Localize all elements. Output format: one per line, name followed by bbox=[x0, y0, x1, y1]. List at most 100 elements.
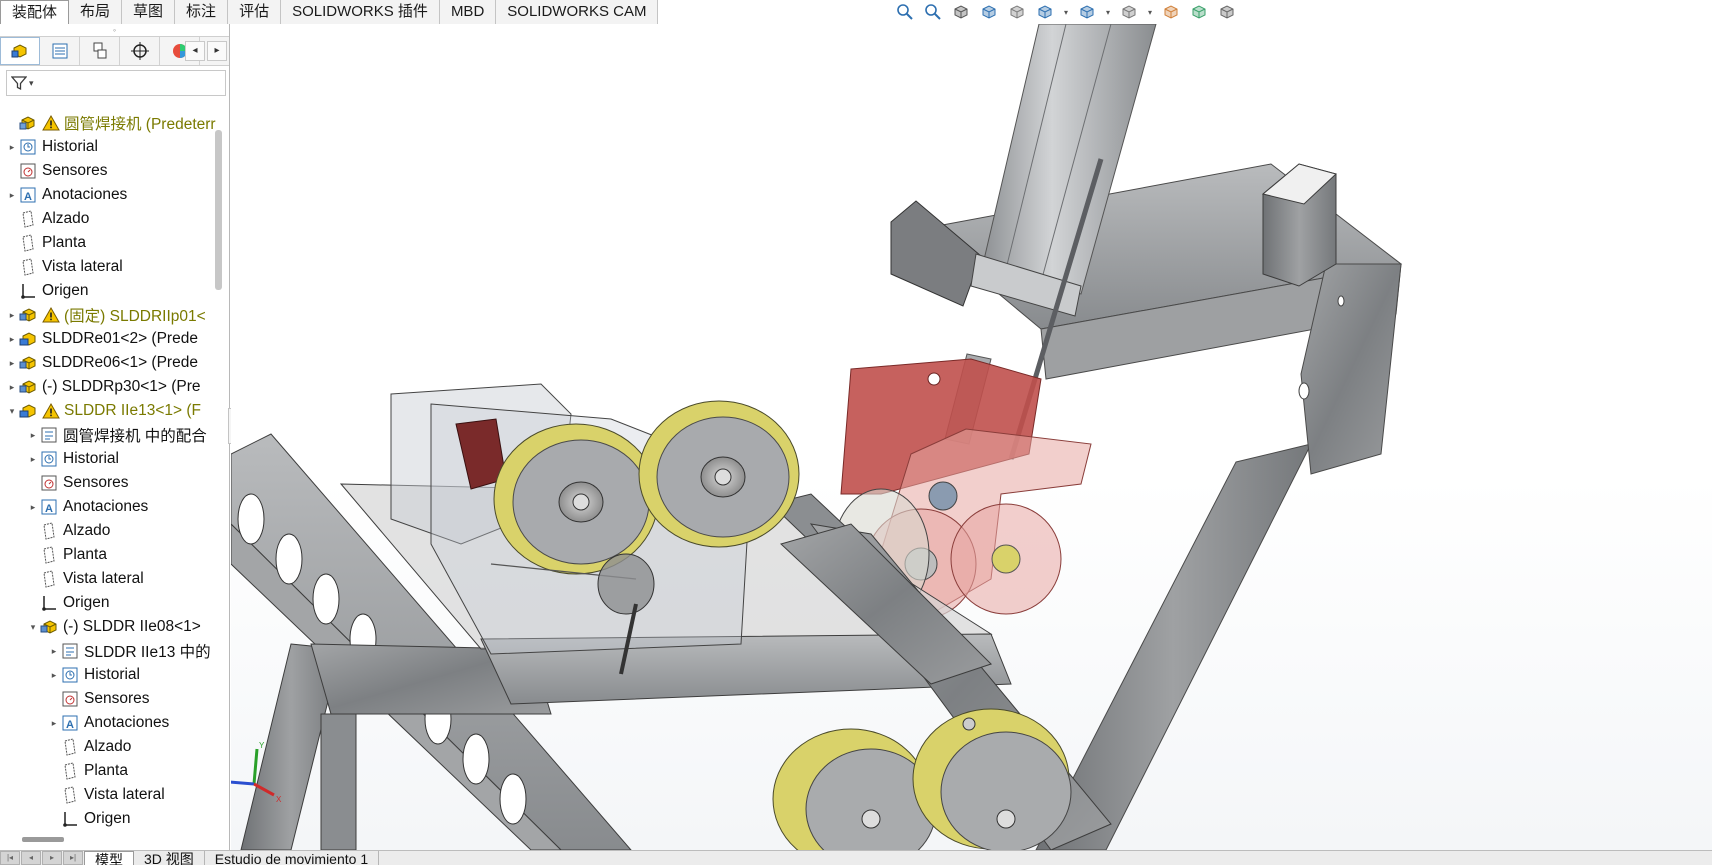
display-style-icon[interactable] bbox=[1076, 1, 1098, 23]
expand-arrow-icon[interactable]: ▸ bbox=[48, 718, 60, 729]
tree-filter[interactable]: ▾ bbox=[6, 70, 226, 96]
tree-item[interactable]: Alzado bbox=[0, 519, 218, 543]
dimxpertmanager-icon[interactable] bbox=[120, 37, 160, 65]
pulley[interactable] bbox=[597, 553, 655, 615]
command-tab[interactable]: 装配体 bbox=[0, 0, 70, 25]
assembly-model[interactable] bbox=[231, 24, 1712, 850]
tree-horizontal-scrollbar[interactable] bbox=[22, 837, 64, 842]
tree-item[interactable]: Origen bbox=[0, 591, 218, 615]
view-orientation-icon[interactable] bbox=[1034, 1, 1056, 23]
command-tab[interactable]: 评估 bbox=[228, 0, 282, 24]
tree-item[interactable]: ▸ A Anotaciones bbox=[0, 711, 218, 735]
propertymanager-icon[interactable] bbox=[40, 37, 80, 65]
section-view-icon[interactable] bbox=[978, 1, 1000, 23]
tree-item[interactable]: ▸ SLDDR IIe13 中的 bbox=[0, 639, 218, 663]
tab-nav-arrow[interactable]: ▸ bbox=[42, 851, 62, 865]
bottom-wheel-left[interactable] bbox=[772, 728, 937, 850]
expand-arrow-icon[interactable]: ▸ bbox=[6, 190, 18, 201]
expand-arrow-icon[interactable]: ▸ bbox=[6, 142, 18, 153]
command-tab[interactable]: 标注 bbox=[175, 0, 229, 24]
previous-view-icon[interactable] bbox=[950, 1, 972, 23]
tree-item[interactable]: ▸ Historial bbox=[0, 663, 218, 687]
collapse-arrow-icon[interactable]: ▾ bbox=[27, 622, 39, 633]
dropdown-caret-icon[interactable]: ▾ bbox=[1104, 8, 1112, 17]
tree-item[interactable]: Vista lateral bbox=[0, 567, 218, 591]
bottom-tab[interactable]: 3D 视图 bbox=[134, 851, 205, 865]
hide-show-items-icon[interactable] bbox=[1118, 1, 1140, 23]
tree-item-label: Sensores bbox=[63, 474, 129, 491]
tree-item[interactable]: Sensores bbox=[0, 159, 218, 183]
dropdown-caret-icon[interactable]: ▾ bbox=[1062, 8, 1070, 17]
tree-item[interactable]: ▾ SLDDR IIe13<1> (F bbox=[0, 399, 218, 423]
expand-arrow-icon[interactable]: ▸ bbox=[27, 502, 39, 513]
panel-handle[interactable]: ◦ bbox=[0, 24, 229, 36]
command-tab[interactable]: SOLIDWORKS CAM bbox=[496, 0, 659, 24]
apply-scene-icon[interactable] bbox=[1188, 1, 1210, 23]
tree-item-label: Anotaciones bbox=[42, 186, 128, 203]
plane-icon bbox=[18, 209, 38, 229]
configurationmanager-icon[interactable] bbox=[80, 37, 120, 65]
tab-nav-arrow[interactable]: ◂ bbox=[21, 851, 41, 865]
command-tab[interactable]: 草图 bbox=[122, 0, 176, 24]
tree-item[interactable]: ▸ Historial bbox=[0, 135, 218, 159]
tree-item[interactable]: Sensores bbox=[0, 471, 218, 495]
bottom-wheel-right[interactable] bbox=[912, 708, 1072, 850]
tree-item[interactable]: Alzado bbox=[0, 735, 218, 759]
expand-arrow-icon[interactable]: ▸ bbox=[6, 358, 18, 369]
tree-item[interactable]: ▾ (-) SLDDR IIe08<1> bbox=[0, 615, 218, 639]
svg-text:A: A bbox=[66, 719, 74, 731]
filter-caret-icon[interactable]: ▾ bbox=[29, 78, 34, 89]
tree-item[interactable]: Planta bbox=[0, 231, 218, 255]
scroll-right-button[interactable]: ▸ bbox=[207, 41, 227, 61]
dynamic-annotation-icon[interactable] bbox=[1006, 1, 1028, 23]
tab-nav-arrow[interactable]: ▸| bbox=[63, 851, 83, 865]
tab-nav-arrow[interactable]: |◂ bbox=[0, 851, 20, 865]
tree-item[interactable]: ▸ Historial bbox=[0, 447, 218, 471]
tree-item[interactable]: Vista lateral bbox=[0, 783, 218, 807]
tree-item[interactable]: Sensores bbox=[0, 687, 218, 711]
expand-arrow-icon[interactable]: ▸ bbox=[6, 382, 18, 393]
tree-item[interactable]: Planta bbox=[0, 543, 218, 567]
view-settings-icon[interactable] bbox=[1216, 1, 1238, 23]
tree-item[interactable]: ▸ (固定) SLDDRIIp01< bbox=[0, 303, 218, 327]
tree-item-label: Alzado bbox=[63, 522, 111, 539]
tree-item[interactable]: ▸ A Anotaciones bbox=[0, 495, 218, 519]
collapse-arrow-icon[interactable]: ▾ bbox=[6, 406, 18, 417]
expand-arrow-icon[interactable]: ▸ bbox=[48, 646, 60, 657]
command-tab[interactable]: SOLIDWORKS 插件 bbox=[281, 0, 440, 24]
bottom-tab[interactable]: Estudio de movimiento 1 bbox=[204, 851, 380, 865]
command-tab[interactable]: MBD bbox=[439, 0, 497, 24]
expand-arrow-icon[interactable]: ▸ bbox=[27, 454, 39, 465]
tree-item[interactable]: ▸ 圆管焊接机 中的配合 bbox=[0, 423, 218, 447]
tree-item[interactable]: Planta bbox=[0, 759, 218, 783]
mates-icon bbox=[60, 641, 80, 661]
featuremanager-icon[interactable] bbox=[0, 37, 40, 65]
tree-item[interactable]: Vista lateral bbox=[0, 255, 218, 279]
expand-arrow-icon[interactable]: ▸ bbox=[27, 430, 39, 441]
bottom-tab[interactable]: 模型 bbox=[84, 851, 134, 865]
expand-arrow-icon[interactable]: ▸ bbox=[6, 310, 18, 321]
tree-vertical-scrollbar[interactable] bbox=[215, 130, 222, 290]
frame-leg-right[interactable] bbox=[320, 713, 357, 850]
dropdown-caret-icon[interactable]: ▾ bbox=[1146, 8, 1154, 17]
tree-item[interactable]: ▸ (-) SLDDRp30<1> (Pre bbox=[0, 375, 218, 399]
tree-item[interactable]: Alzado bbox=[0, 207, 218, 231]
expand-arrow-icon[interactable]: ▸ bbox=[6, 334, 18, 345]
mount-plate[interactable] bbox=[890, 200, 982, 307]
drive-wheel-right[interactable] bbox=[638, 400, 800, 548]
tree-item[interactable]: Origen bbox=[0, 279, 218, 303]
tree-item[interactable]: ▸ A Anotaciones bbox=[0, 183, 218, 207]
zoom-to-fit-icon[interactable] bbox=[894, 1, 916, 23]
tree-item[interactable]: ▸ SLDDRe06<1> (Prede bbox=[0, 351, 218, 375]
command-tab[interactable]: 布局 bbox=[69, 0, 123, 24]
expand-arrow-icon[interactable]: ▸ bbox=[48, 670, 60, 681]
zoom-to-area-icon[interactable] bbox=[922, 1, 944, 23]
scroll-left-button[interactable]: ◂ bbox=[185, 41, 205, 61]
tree-item[interactable]: ▸ SLDDRe01<2> (Prede bbox=[0, 327, 218, 351]
graphics-area[interactable]: Y Z X bbox=[231, 24, 1712, 850]
edit-appearance-icon[interactable] bbox=[1160, 1, 1182, 23]
tree-item[interactable]: 圆管焊接机 (Predeterr bbox=[0, 111, 218, 135]
drive-wheel-left[interactable] bbox=[493, 423, 659, 575]
tree-item-label: (固定) SLDDRIIp01< bbox=[64, 308, 206, 325]
tree-item[interactable]: Origen bbox=[0, 807, 218, 831]
